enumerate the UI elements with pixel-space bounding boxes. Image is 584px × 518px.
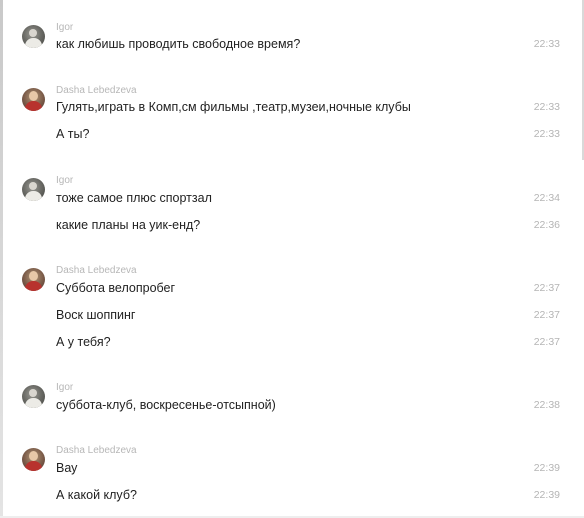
message-text: Гулять,играть в Комп,см фильмы ,театр,му… xyxy=(56,100,411,114)
avatar-head-shape xyxy=(29,271,38,281)
message-timestamp: 22:37 xyxy=(533,309,560,321)
chat-history-panel[interactable]: Igor как любишь проводить свободное врем… xyxy=(0,0,584,518)
message-text: А ты? xyxy=(56,127,90,141)
avatar-body-shape xyxy=(25,461,42,471)
sender-name[interactable]: Dasha Lebedzeva xyxy=(56,265,137,276)
avatar-body-shape xyxy=(25,398,42,408)
message-timestamp: 22:37 xyxy=(533,282,560,294)
message-line: какие планы на уик-енд? 22:36 xyxy=(56,218,560,236)
panel-left-border xyxy=(0,0,3,518)
message-line: тоже самое плюс спортзал 22:34 xyxy=(56,191,560,209)
message-line: Вау 22:39 xyxy=(56,461,560,479)
message-line: А какой клуб? 22:39 xyxy=(56,488,560,506)
avatar-body-shape xyxy=(25,281,42,291)
sender-name[interactable]: Igor xyxy=(56,382,73,393)
avatar[interactable] xyxy=(22,385,45,408)
message-line: А у тебя? 22:37 xyxy=(56,335,560,353)
avatar-head-shape xyxy=(29,29,37,37)
avatar-body-shape xyxy=(25,38,42,48)
message-text: тоже самое плюс спортзал xyxy=(56,191,212,205)
sender-name[interactable]: Igor xyxy=(56,175,73,186)
sender-name[interactable]: Igor xyxy=(56,22,73,33)
avatar[interactable] xyxy=(22,268,45,291)
message-text: Суббота велопробег xyxy=(56,281,176,295)
message-text: суббота-клуб, воскресенье-отсыпной) xyxy=(56,398,276,412)
message-line: как любишь проводить свободное время? 22… xyxy=(56,37,560,55)
avatar[interactable] xyxy=(22,25,45,48)
avatar-head-shape xyxy=(29,182,37,190)
message-timestamp: 22:36 xyxy=(533,219,560,231)
avatar-body-shape xyxy=(25,101,42,111)
message-text: как любишь проводить свободное время? xyxy=(56,37,301,51)
message-text: какие планы на уик-енд? xyxy=(56,218,201,232)
avatar-head-shape xyxy=(29,451,38,461)
message-line: суббота-клуб, воскресенье-отсыпной) 22:3… xyxy=(56,398,560,416)
message-timestamp: 22:34 xyxy=(533,192,560,204)
message-line: Воск шоппинг 22:37 xyxy=(56,308,560,326)
avatar-head-shape xyxy=(29,389,37,397)
message-text: А у тебя? xyxy=(56,335,111,349)
message-timestamp: 22:39 xyxy=(533,462,560,474)
message-text: А какой клуб? xyxy=(56,488,137,502)
avatar-head-shape xyxy=(29,91,38,101)
message-timestamp: 22:33 xyxy=(533,38,560,50)
message-text: Вау xyxy=(56,461,78,475)
avatar[interactable] xyxy=(22,178,45,201)
message-timestamp: 22:33 xyxy=(533,101,560,113)
message-line: А ты? 22:33 xyxy=(56,127,560,145)
sender-name[interactable]: Dasha Lebedzeva xyxy=(56,445,137,456)
message-line: Гулять,играть в Комп,см фильмы ,театр,му… xyxy=(56,100,560,118)
message-text: Воск шоппинг xyxy=(56,308,136,322)
avatar-body-shape xyxy=(25,191,42,201)
message-timestamp: 22:39 xyxy=(533,489,560,501)
message-timestamp: 22:38 xyxy=(533,399,560,411)
message-timestamp: 22:33 xyxy=(533,128,560,140)
avatar[interactable] xyxy=(22,448,45,471)
avatar[interactable] xyxy=(22,88,45,111)
message-line: Суббота велопробег 22:37 xyxy=(56,281,560,299)
message-timestamp: 22:37 xyxy=(533,336,560,348)
sender-name[interactable]: Dasha Lebedzeva xyxy=(56,85,137,96)
